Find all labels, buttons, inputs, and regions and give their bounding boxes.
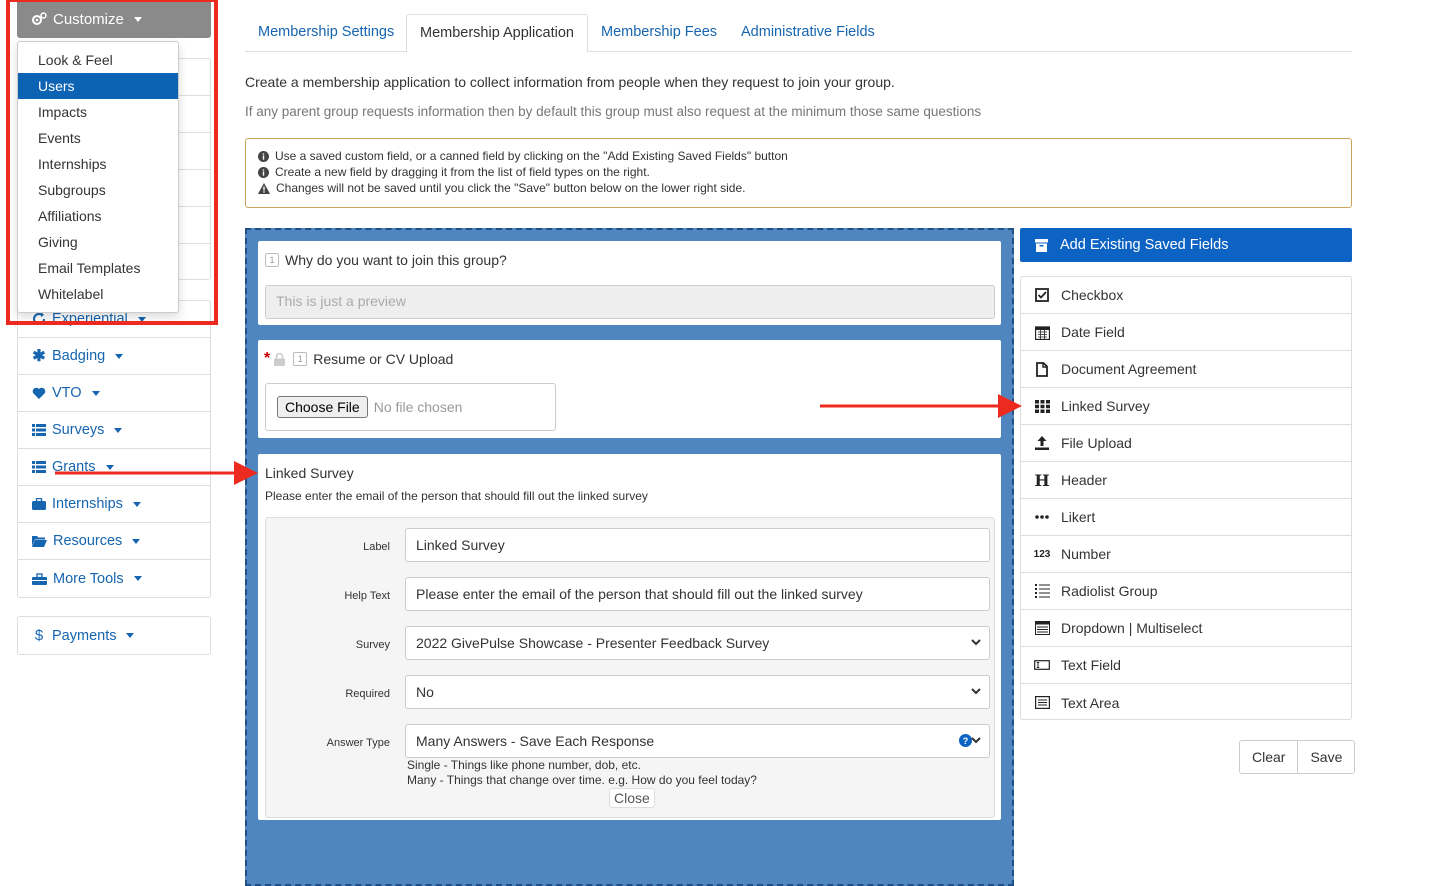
arrow-to-linked-survey-type	[820, 394, 1022, 418]
arrow-to-linked-survey-card	[55, 461, 258, 485]
annotation-arrows	[55, 394, 1022, 485]
